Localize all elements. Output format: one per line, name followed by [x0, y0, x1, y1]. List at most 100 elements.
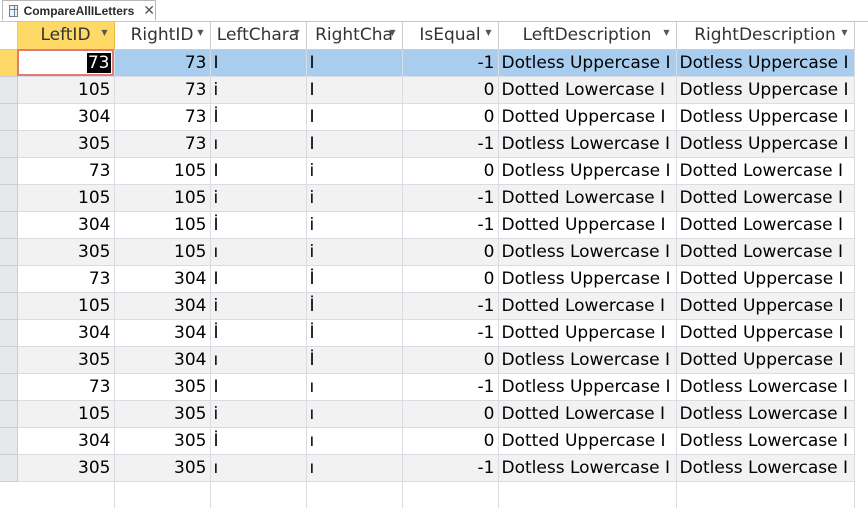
cell-leftchar[interactable]: ı — [210, 346, 307, 374]
table-row[interactable]: 305 304 ı İ 0 Dotless Lowercase I Dotted Upper… — [0, 346, 855, 374]
cell-rightdescription[interactable]: Dotless Uppercase I — [676, 103, 855, 131]
cell-isequal[interactable]: -1 — [402, 292, 499, 320]
record-selector[interactable] — [0, 130, 18, 158]
table-row[interactable]: 305 305 ı ı -1 Dotless Lowercase I Dotless Low… — [0, 454, 855, 482]
cell-leftid[interactable]: 73 — [17, 49, 115, 77]
cell-rightdescription[interactable]: Dotted Lowercase I — [676, 238, 855, 266]
chevron-down-icon[interactable]: ▼ — [293, 28, 299, 37]
cell-rightid[interactable]: 305 — [114, 373, 211, 401]
cell-leftid[interactable]: 73 — [17, 265, 115, 293]
cell-isequal[interactable]: -1 — [402, 130, 499, 158]
new-record-row[interactable] — [0, 481, 855, 508]
record-selector[interactable] — [0, 184, 18, 212]
cell-leftchar[interactable]: I — [210, 157, 307, 185]
empty-cell[interactable] — [306, 481, 403, 508]
cell-leftdescription[interactable]: Dotless Uppercase I — [498, 265, 677, 293]
record-selector[interactable] — [0, 211, 18, 239]
cell-rightchar[interactable]: ı — [306, 427, 403, 455]
cell-leftchar[interactable]: i — [210, 400, 307, 428]
chevron-down-icon[interactable]: ▼ — [197, 28, 203, 37]
record-selector[interactable] — [0, 265, 18, 293]
cell-rightdescription[interactable]: Dotted Uppercase I — [676, 265, 855, 293]
empty-cell[interactable] — [498, 481, 677, 508]
cell-leftdescription[interactable]: Dotless Lowercase I — [498, 346, 677, 374]
record-selector[interactable] — [0, 103, 18, 131]
cell-leftdescription[interactable]: Dotted Uppercase I — [498, 103, 677, 131]
cell-leftid[interactable]: 73 — [17, 157, 115, 185]
empty-cell[interactable] — [17, 481, 115, 508]
column-header-rightid[interactable]: RightID ▼ — [114, 22, 211, 50]
cell-leftdescription[interactable]: Dotless Lowercase I — [498, 130, 677, 158]
table-row[interactable]: 305 73 ı I -1 Dotless Lowercase I Dotless Uppe… — [0, 130, 855, 158]
cell-isequal[interactable]: 0 — [402, 346, 499, 374]
cell-isequal[interactable]: 0 — [402, 427, 499, 455]
cell-leftchar[interactable]: İ — [210, 427, 307, 455]
cell-isequal[interactable]: 0 — [402, 103, 499, 131]
table-row[interactable]: 105 304 i İ -1 Dotted Lowercase I Dotted Upper… — [0, 292, 855, 320]
cell-leftdescription[interactable]: Dotless Uppercase I — [498, 157, 677, 185]
record-selector[interactable] — [0, 373, 18, 401]
cell-rightid[interactable]: 105 — [114, 184, 211, 212]
cell-leftid[interactable]: 105 — [17, 292, 115, 320]
record-selector[interactable] — [0, 49, 18, 77]
cell-leftdescription[interactable]: Dotted Uppercase I — [498, 319, 677, 347]
cell-rightid[interactable]: 305 — [114, 454, 211, 482]
cell-rightchar[interactable]: ı — [306, 454, 403, 482]
cell-isequal[interactable]: -1 — [402, 49, 499, 77]
record-selector[interactable] — [0, 481, 17, 508]
cell-leftchar[interactable]: i — [210, 76, 307, 104]
cell-rightid[interactable]: 105 — [114, 238, 211, 266]
cell-leftid[interactable]: 105 — [17, 400, 115, 428]
cell-rightchar[interactable]: İ — [306, 292, 403, 320]
cell-isequal[interactable]: -1 — [402, 319, 499, 347]
cell-rightdescription[interactable]: Dotless Lowercase I — [676, 427, 855, 455]
record-selector[interactable] — [0, 427, 18, 455]
cell-rightdescription[interactable]: Dotless Uppercase I — [676, 130, 855, 158]
column-header-leftid[interactable]: LeftID ▼ — [17, 22, 115, 50]
cell-rightdescription[interactable]: Dotless Lowercase I — [676, 373, 855, 401]
cell-rightchar[interactable]: i — [306, 184, 403, 212]
record-selector[interactable] — [0, 319, 18, 347]
cell-isequal[interactable]: -1 — [402, 211, 499, 239]
cell-rightid[interactable]: 304 — [114, 319, 211, 347]
cell-leftchar[interactable]: i — [210, 292, 307, 320]
cell-leftid[interactable]: 304 — [17, 211, 115, 239]
column-header-isequal[interactable]: IsEqual ▼ — [402, 22, 499, 50]
cell-rightchar[interactable]: i — [306, 238, 403, 266]
record-selector[interactable] — [0, 157, 18, 185]
cell-leftchar[interactable]: ı — [210, 454, 307, 482]
cell-leftid[interactable]: 304 — [17, 319, 115, 347]
cell-rightid[interactable]: 105 — [114, 211, 211, 239]
table-row[interactable]: 304 305 İı 0 Dotted Uppercase I Dotless Lower… — [0, 427, 855, 455]
cell-rightid[interactable]: 73 — [114, 49, 211, 77]
cell-isequal[interactable]: -1 — [402, 373, 499, 401]
cell-leftid[interactable]: 305 — [17, 130, 115, 158]
cell-leftdescription[interactable]: Dotless Uppercase I — [498, 49, 677, 77]
cell-leftdescription[interactable]: Dotted Lowercase I — [498, 184, 677, 212]
column-header-leftdescription[interactable]: LeftDescription ▼ — [498, 22, 677, 50]
cell-leftchar[interactable]: İ — [210, 103, 307, 131]
cell-leftchar[interactable]: i — [210, 184, 307, 212]
cell-leftid[interactable]: 105 — [17, 76, 115, 104]
cell-rightid[interactable]: 73 — [114, 76, 211, 104]
table-row[interactable]: 304 304 İ İ -1 Dotted Uppercase I Dotted Upper… — [0, 319, 855, 347]
cell-isequal[interactable]: 0 — [402, 265, 499, 293]
cell-rightdescription[interactable]: Dotless Uppercase I — [676, 49, 855, 77]
cell-rightid[interactable]: 304 — [114, 346, 211, 374]
table-row[interactable]: 105 105 i i -1 Dotted Lowercase I Dotted Lower… — [0, 184, 855, 212]
cell-leftdescription[interactable]: Dotted Lowercase I — [498, 400, 677, 428]
cell-rightdescription[interactable]: Dotted Uppercase I — [676, 292, 855, 320]
chevron-down-icon[interactable]: ▼ — [663, 28, 669, 37]
cell-leftid[interactable]: 105 — [17, 184, 115, 212]
cell-isequal[interactable]: 0 — [402, 400, 499, 428]
cell-rightdescription[interactable]: Dotted Lowercase I — [676, 184, 855, 212]
cell-leftdescription[interactable]: Dotless Uppercase I — [498, 373, 677, 401]
cell-rightdescription[interactable]: Dotless Lowercase I — [676, 454, 855, 482]
cell-leftdescription[interactable]: Dotless Lowercase I — [498, 454, 677, 482]
cell-rightchar[interactable]: I — [306, 76, 403, 104]
table-row[interactable]: 73 105 Ii 0 Dotless Uppercase I Dotted Lowerc… — [0, 157, 855, 185]
record-selector[interactable] — [0, 400, 18, 428]
cell-rightid[interactable]: 305 — [114, 400, 211, 428]
cell-isequal[interactable]: 0 — [402, 238, 499, 266]
cell-rightchar[interactable]: I — [306, 103, 403, 131]
